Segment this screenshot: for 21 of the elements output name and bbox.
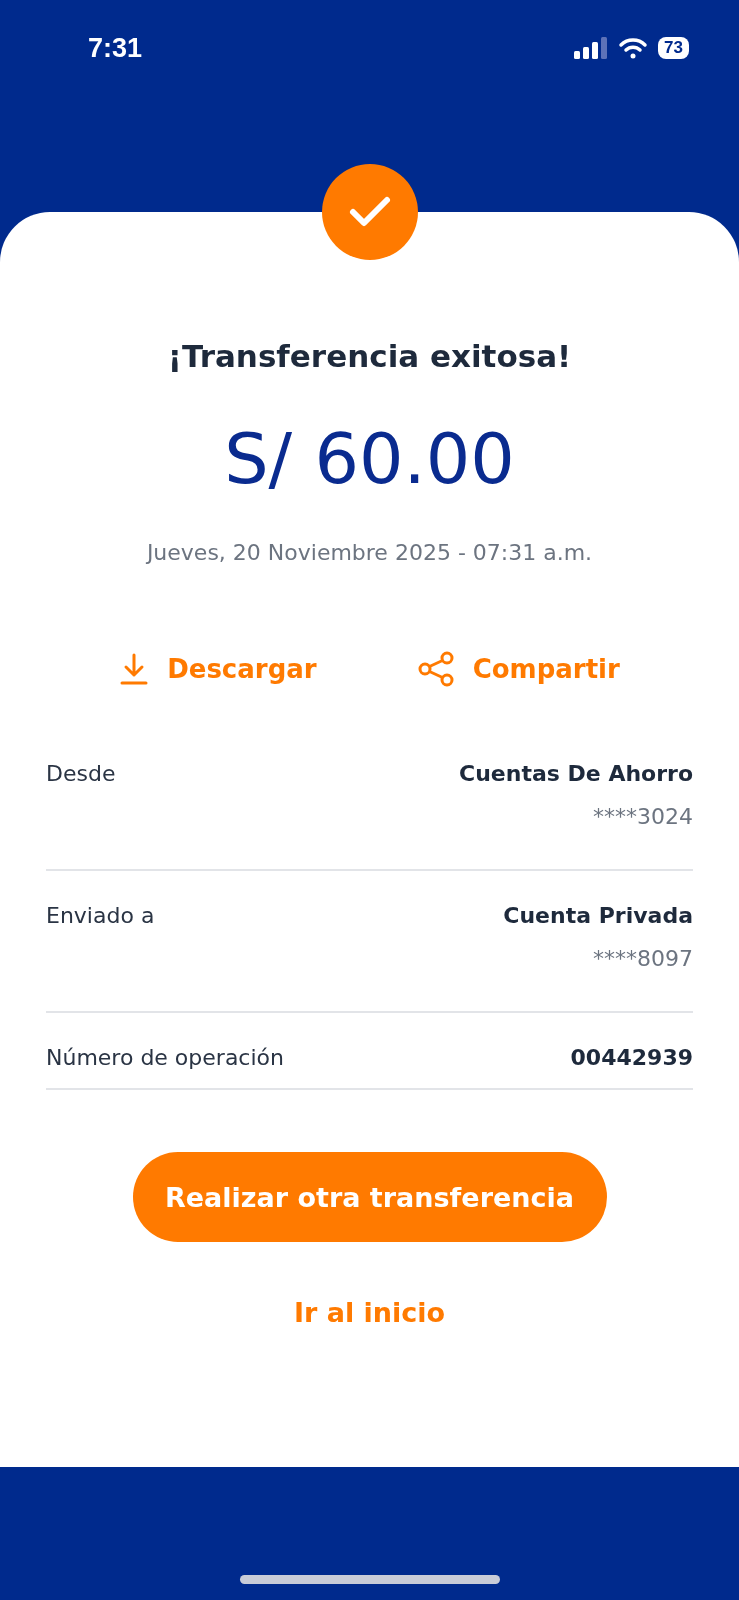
home-link[interactable]: Ir al inicio (293, 1297, 446, 1328)
amount: S/ 60.00 (224, 418, 515, 500)
detail-label: Número de operación (46, 1045, 284, 1070)
account-number: ****3024 (593, 804, 693, 829)
account-number: ****8097 (593, 946, 693, 971)
success-title: ¡Transferencia exitosa! (167, 338, 572, 374)
wifi-icon (618, 37, 649, 59)
new-transfer-button[interactable]: Realizar otra transferencia (132, 1152, 607, 1242)
detail-label: Desde (46, 761, 116, 788)
download-icon (119, 652, 150, 686)
share-button[interactable]: Compartir (416, 651, 620, 687)
download-button[interactable]: Descargar (119, 651, 317, 687)
battery-level: 73 (658, 37, 689, 59)
detail-value: Cuenta Privada (503, 903, 693, 928)
share-icon (416, 651, 455, 687)
signal-icon (574, 37, 609, 59)
detail-value: Cuentas De Ahorro (459, 761, 693, 786)
detail-label: Enviado a (46, 903, 155, 930)
detail-value: 00442939 (570, 1045, 693, 1070)
status-time: 7:31 (88, 33, 143, 64)
transfer-date: Jueves, 20 Noviembre 2025 - 07:31 a.m. (146, 540, 593, 565)
